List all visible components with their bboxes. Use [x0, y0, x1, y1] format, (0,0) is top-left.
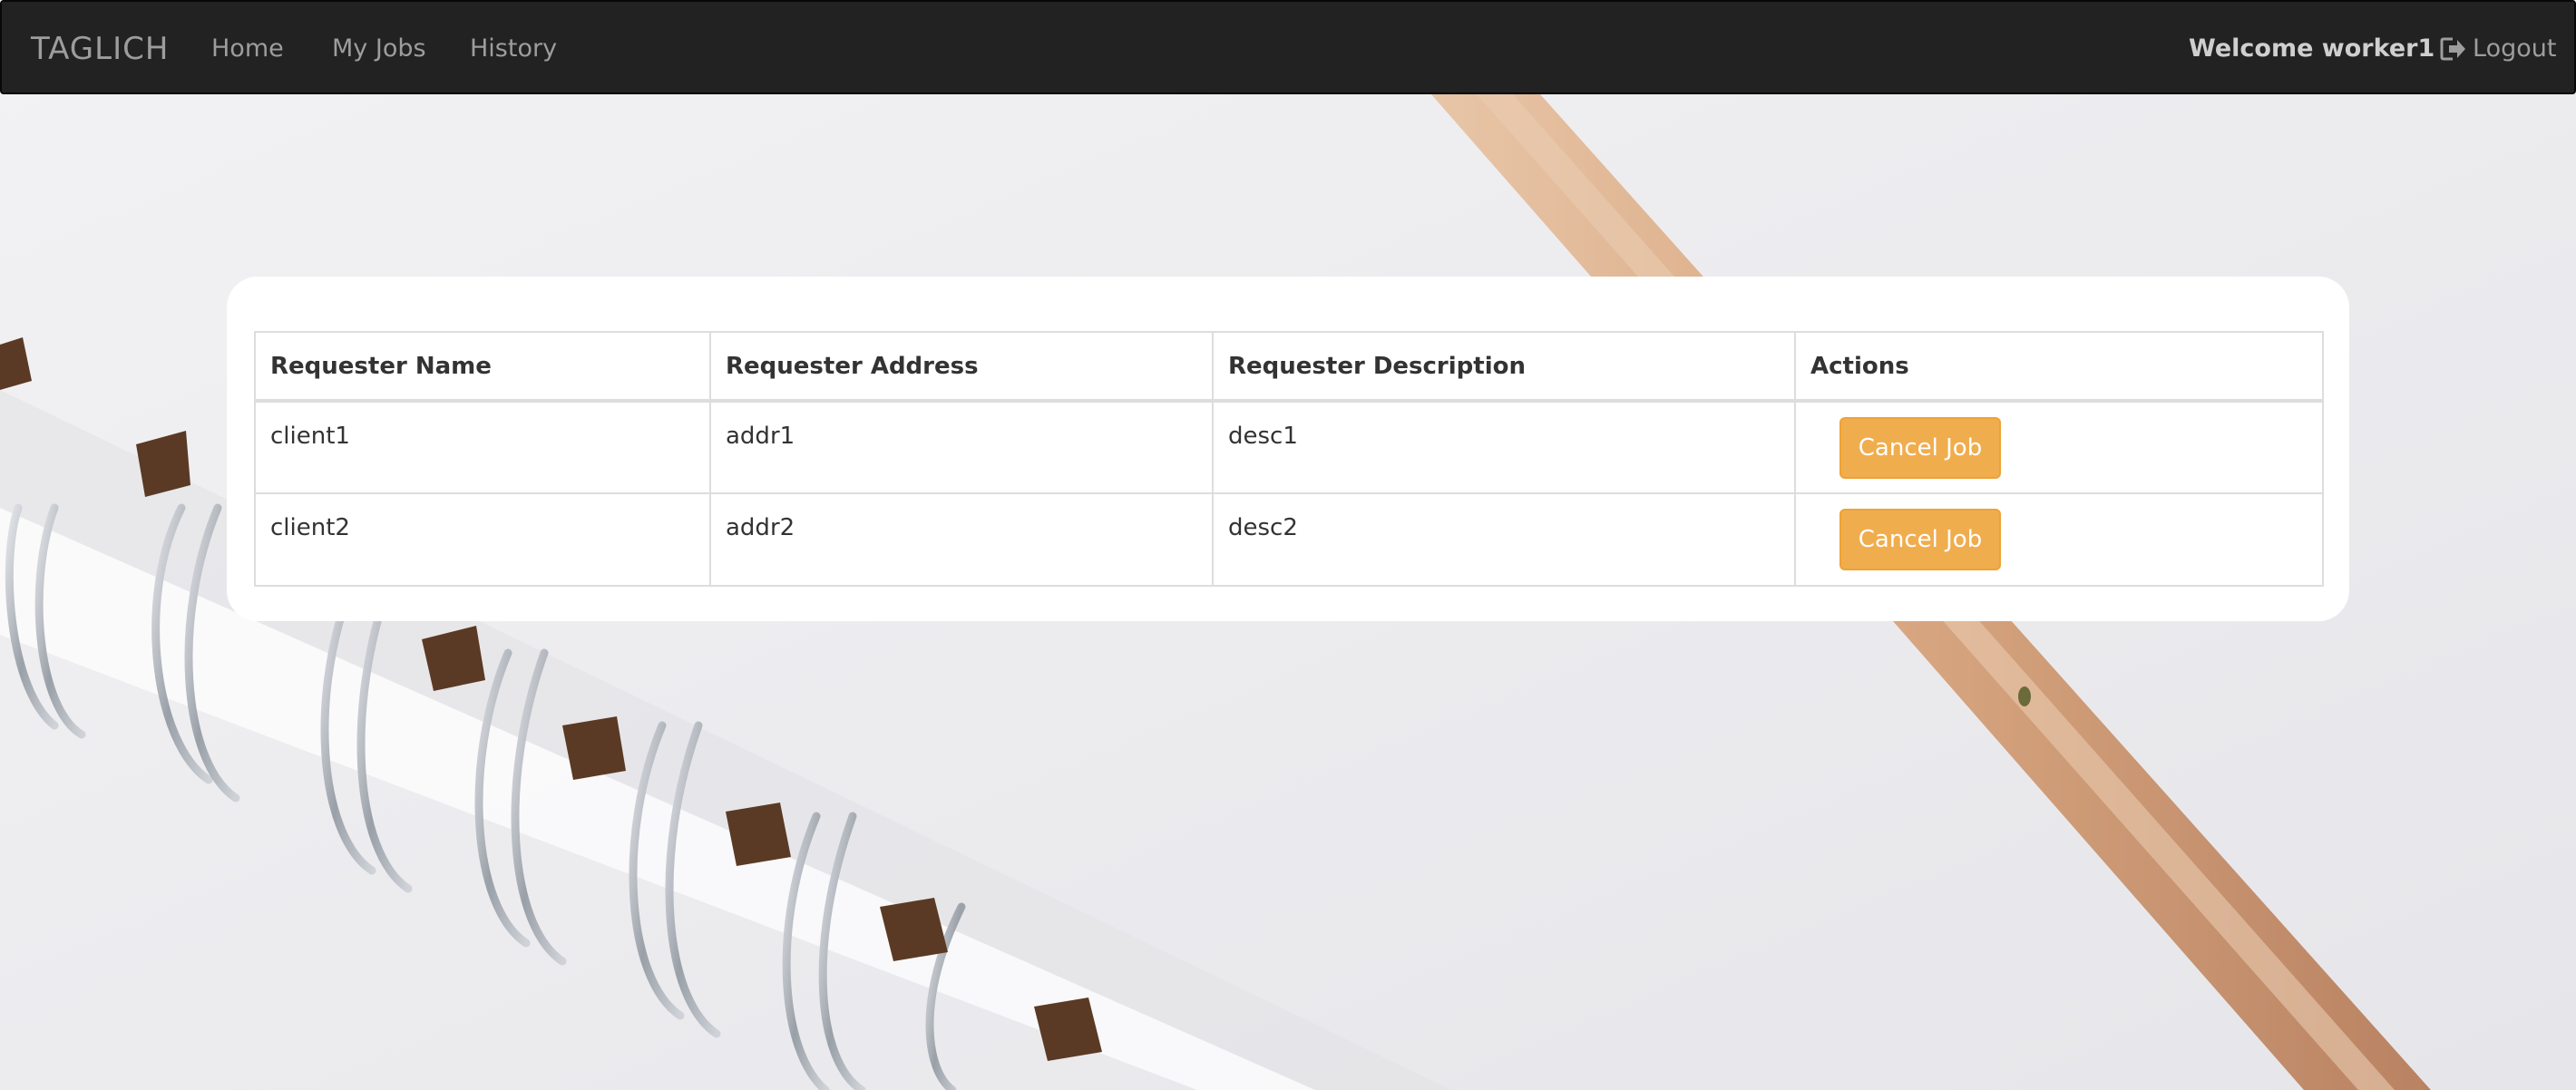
- brand-logo[interactable]: TAGLICH: [31, 29, 169, 69]
- navbar: TAGLICH Home My Jobs History Welcome wor…: [0, 0, 2576, 94]
- nav-my-jobs-link[interactable]: My Jobs: [332, 33, 426, 65]
- jobs-table: Requester Name Requester Address Request…: [254, 331, 2324, 587]
- jobs-panel: Requester Name Requester Address Request…: [227, 277, 2349, 621]
- cancel-job-button[interactable]: Cancel Job: [1839, 509, 2001, 570]
- requester-description-cell: desc1: [1212, 400, 1796, 494]
- logout-label: Logout: [2473, 34, 2557, 63]
- nav-history-link[interactable]: History: [470, 33, 557, 65]
- table-header-row: Requester Name Requester Address Request…: [254, 331, 2324, 403]
- requester-description-cell: desc2: [1212, 492, 1796, 587]
- welcome-text: Welcome worker1: [2189, 34, 2435, 63]
- requester-address-cell: addr2: [709, 492, 1214, 587]
- cancel-job-button[interactable]: Cancel Job: [1839, 417, 2001, 479]
- column-header-actions: Actions: [1794, 331, 2324, 403]
- table-row: client1 addr1 desc1 Cancel Job: [254, 400, 2324, 494]
- requester-name-cell: client1: [254, 400, 711, 494]
- column-header-requester-name: Requester Name: [254, 331, 711, 403]
- nav-home-link[interactable]: Home: [211, 33, 284, 65]
- column-header-requester-description: Requester Description: [1212, 331, 1796, 403]
- table-row: client2 addr2 desc2 Cancel Job: [254, 492, 2324, 587]
- logout-icon: [2440, 37, 2465, 61]
- column-header-requester-address: Requester Address: [709, 331, 1214, 403]
- actions-cell: Cancel Job: [1794, 492, 2324, 587]
- requester-address-cell: addr1: [709, 400, 1214, 494]
- actions-cell: Cancel Job: [1794, 400, 2324, 494]
- requester-name-cell: client2: [254, 492, 711, 587]
- logout-link[interactable]: Logout: [2440, 31, 2556, 67]
